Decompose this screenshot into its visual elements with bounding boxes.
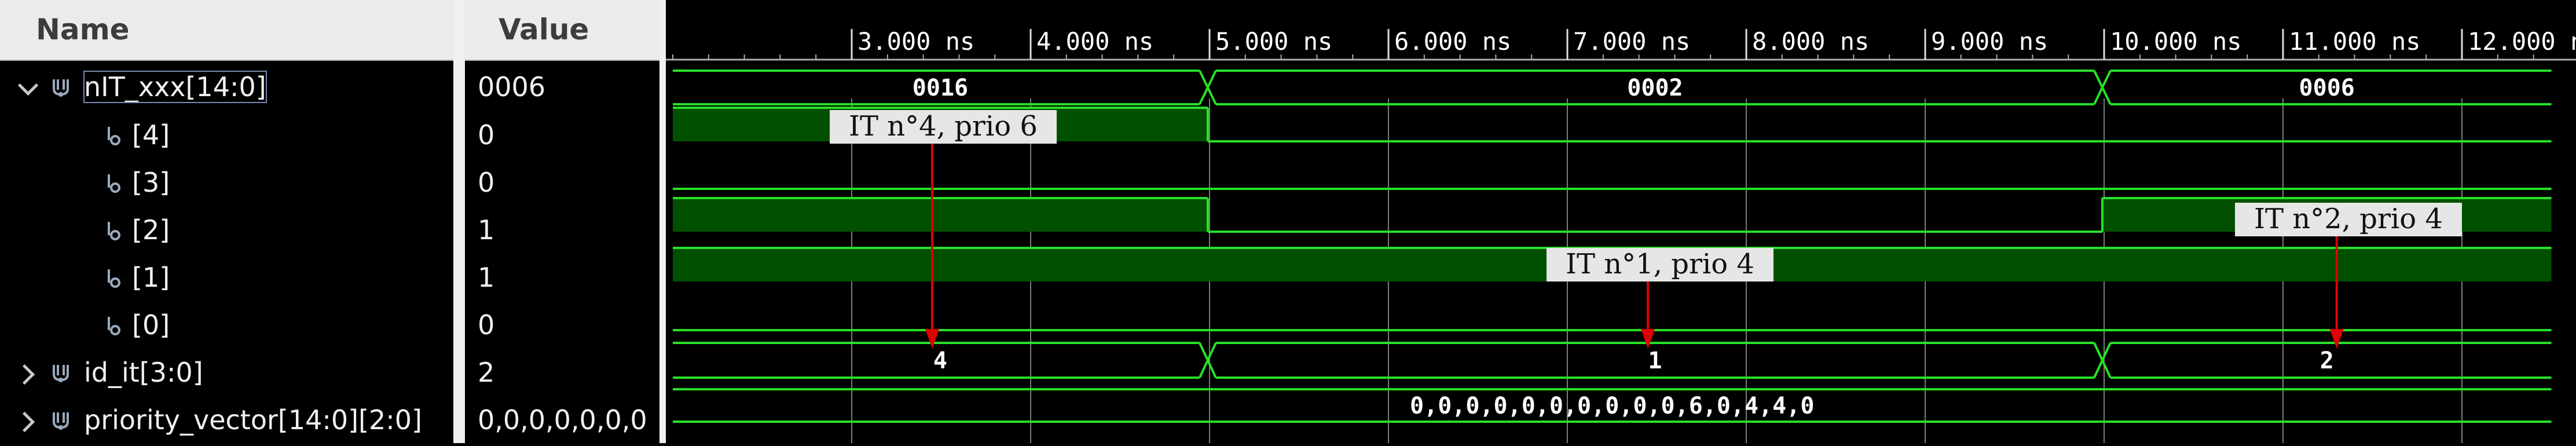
signal-name: [0] bbox=[132, 309, 170, 341]
signal-row[interactable]: [4] bbox=[0, 114, 453, 161]
bus-value-label: 4 bbox=[933, 348, 947, 374]
chevron-down-icon[interactable] bbox=[17, 75, 39, 96]
ruler-tick-label: 3.000 ns bbox=[858, 27, 974, 56]
waveform-view[interactable]: 3.000 ns 4.000 ns 5.000 ns 6.000 ns 7.000 ns… bbox=[666, 0, 2576, 443]
name-column-header[interactable]: Name bbox=[0, 0, 453, 61]
bus-transition bbox=[2093, 342, 2112, 378]
signal-icon bbox=[105, 315, 123, 336]
signal-value: 0 bbox=[478, 119, 495, 151]
annotation-label: IT n°1, prio 4 bbox=[1566, 248, 1754, 280]
bus-value-label: 2 bbox=[2320, 348, 2334, 374]
signal-row[interactable]: [3] bbox=[0, 161, 453, 209]
bus-transition bbox=[2093, 70, 2112, 105]
signal-icon bbox=[105, 268, 123, 288]
bus-transition bbox=[1199, 342, 1217, 378]
ruler-tick-label: 5.000 ns bbox=[1215, 27, 1332, 56]
signal-name: [2] bbox=[132, 214, 170, 246]
signal-row[interactable]: priority_vector[14:0][2:0] bbox=[0, 399, 453, 446]
value-row[interactable]: 0 bbox=[465, 304, 659, 351]
value-row[interactable]: 1 bbox=[465, 256, 659, 304]
signal-name: nIT_xxx[14:0] bbox=[83, 71, 267, 103]
signal-value: 0 bbox=[478, 309, 495, 341]
bus-transition bbox=[1199, 70, 1217, 105]
bus-value-label: 0016 bbox=[913, 75, 968, 101]
value-row[interactable]: 0006 bbox=[465, 65, 659, 113]
value-row[interactable]: 0 bbox=[465, 114, 659, 161]
ruler-tick-label: 4.000 ns bbox=[1036, 27, 1153, 56]
signal-name: [4] bbox=[132, 119, 170, 151]
signal-row[interactable]: nIT_xxx[14:0] bbox=[0, 65, 453, 113]
signal-icon bbox=[105, 125, 123, 146]
value-row[interactable]: 2 bbox=[465, 351, 659, 399]
bus-icon bbox=[52, 363, 69, 383]
value-row[interactable]: 0 bbox=[465, 161, 659, 209]
signal-value: 2 bbox=[478, 357, 495, 388]
annotation-label: IT n°2, prio 4 bbox=[2254, 203, 2443, 235]
annotation-label: IT n°4, prio 6 bbox=[849, 110, 1038, 142]
signal-row[interactable]: id_it[3:0] bbox=[0, 351, 453, 399]
chevron-right-icon[interactable] bbox=[14, 411, 35, 433]
name-panel: nIT_xxx[14:0] [4] [3] [2] [1] [0] id_it[3:0]pr… bbox=[0, 61, 453, 443]
signal-name: priority_vector[14:0][2:0] bbox=[84, 404, 423, 436]
signal-value: 0 bbox=[478, 167, 495, 198]
value-row[interactable]: 0,0,0,0,0,0,0 bbox=[465, 399, 659, 446]
signal-row[interactable]: [2] bbox=[0, 209, 453, 256]
panel-divider[interactable] bbox=[659, 0, 666, 443]
value-row[interactable]: 1 bbox=[465, 209, 659, 256]
signal-value: 0,0,0,0,0,0,0 bbox=[478, 404, 647, 436]
signal-name: [1] bbox=[132, 262, 170, 293]
bus-value-label: 1 bbox=[1648, 348, 1662, 374]
signal-value: 0006 bbox=[478, 71, 546, 103]
signal-name: [3] bbox=[132, 167, 170, 198]
value-panel: 0006 0 0 1 1 0 2 0,0,0,0,0,0,0 bbox=[465, 61, 659, 443]
signal-icon bbox=[105, 220, 123, 241]
bus-value-label: 0006 bbox=[2299, 75, 2355, 101]
ruler-tick-label: 12.000 ns bbox=[2468, 27, 2576, 56]
signal-high-fill bbox=[673, 198, 1208, 232]
value-header-label: Value bbox=[499, 13, 589, 46]
ruler-tick-label: 9.000 ns bbox=[1931, 27, 2048, 56]
bus-icon bbox=[52, 77, 69, 98]
bus-value-label: 0,0,0,0,0,0,0,0,0,0,6,0,4,4,0 bbox=[1410, 393, 1814, 419]
annotation-arrowhead bbox=[2329, 329, 2344, 349]
signal-icon bbox=[105, 173, 123, 193]
ruler-tick-label: 7.000 ns bbox=[1573, 27, 1690, 56]
signal-value: 1 bbox=[478, 262, 495, 293]
panel-divider[interactable] bbox=[453, 0, 465, 443]
bus-icon bbox=[52, 410, 69, 431]
ruler-tick-label: 8.000 ns bbox=[1752, 27, 1869, 56]
signal-row[interactable]: [0] bbox=[0, 304, 453, 351]
value-column-header[interactable]: Value bbox=[465, 0, 659, 61]
signal-value: 1 bbox=[478, 214, 495, 246]
bus-value-label: 0002 bbox=[1627, 75, 1683, 101]
annotation-arrowhead bbox=[1641, 329, 1655, 349]
signal-name: id_it[3:0] bbox=[84, 357, 203, 388]
ruler-tick-label: 11.000 ns bbox=[2289, 27, 2421, 56]
ruler-tick-label: 6.000 ns bbox=[1394, 27, 1511, 56]
name-header-label: Name bbox=[36, 13, 130, 46]
signal-row[interactable]: [1] bbox=[0, 256, 453, 304]
annotation-arrowhead bbox=[925, 329, 940, 349]
chevron-right-icon[interactable] bbox=[14, 364, 35, 385]
ruler-tick-label: 10.000 ns bbox=[2110, 27, 2242, 56]
